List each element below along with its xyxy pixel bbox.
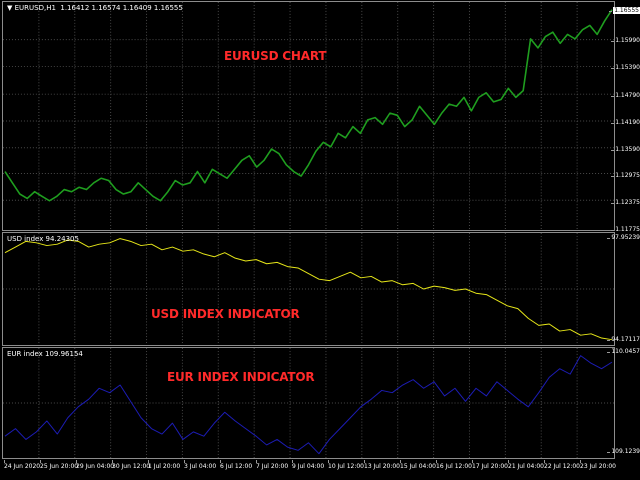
time-tick: 7 Jul 20:00 xyxy=(256,460,289,470)
price-tick: 1.12975 xyxy=(611,172,640,179)
mt4-chart-window: ▼ EURUSD,H1 1.16412 1.16574 1.16409 1.16… xyxy=(0,0,640,480)
time-tick: 21 Jul 04:00 xyxy=(508,460,544,470)
main-chart-pane[interactable]: ▼ EURUSD,H1 1.16412 1.16574 1.16409 1.16… xyxy=(2,1,615,231)
price-tick: 1.16555 xyxy=(609,7,640,14)
time-tick: 15 Jul 04:00 xyxy=(400,460,436,470)
eur-index-pane[interactable]: EUR index 109.96154 EUR INDEX INDICATOR xyxy=(2,347,615,459)
time-tick: 25 Jun 20:00 xyxy=(40,460,79,470)
time-tick: 6 Jul 12:00 xyxy=(220,460,253,470)
time-tick: 29 Jun 04:00 xyxy=(76,460,115,470)
usd-index-pane[interactable]: USD index 94.24305 USD INDEX INDICATOR xyxy=(2,232,615,346)
price-tick: 109.1239 xyxy=(607,448,640,455)
time-axis[interactable]: 24 Jun 2020 25 Jun 20:00 29 Jun 04:00 30 Ju… xyxy=(2,460,616,480)
price-tick: 1.12375 xyxy=(611,199,640,206)
time-tick: 9 Jul 04:00 xyxy=(292,460,325,470)
price-tick: 1.15990 xyxy=(611,37,640,44)
eur-index-price-axis[interactable]: 110.0457 109.1239 xyxy=(607,347,640,459)
eurusd-chart-caption: EURUSD CHART xyxy=(224,49,327,63)
eur-index-label: EUR index 109.96154 xyxy=(7,350,83,358)
grid-lines xyxy=(3,2,614,230)
time-tick: 23 Jul 20:00 xyxy=(580,460,616,470)
main-price-axis[interactable]: 1.16555 1.15990 1.15390 1.14790 1.14190 … xyxy=(609,1,640,233)
usd-index-line-chart[interactable] xyxy=(3,233,614,345)
time-tick: 16 Jul 12:00 xyxy=(436,460,472,470)
price-tick: 94.17117 xyxy=(607,336,640,343)
time-tick: 24 Jun 2020 xyxy=(4,460,41,470)
time-tick: 10 Jul 12:00 xyxy=(328,460,364,470)
usd-index-caption: USD INDEX INDICATOR xyxy=(151,307,300,321)
price-tick: 1.15390 xyxy=(611,64,640,71)
symbol-info-label: ▼ EURUSD,H1 1.16412 1.16574 1.16409 1.16… xyxy=(7,4,183,12)
usd-index-price-axis[interactable]: 97.95239 94.17117 xyxy=(607,232,640,346)
usd-index-label: USD index 94.24305 xyxy=(7,235,79,243)
time-tick: 13 Jul 20:00 xyxy=(364,460,400,470)
price-tick: 97.95239 xyxy=(607,234,640,241)
time-tick: 17 Jul 20:00 xyxy=(472,460,508,470)
price-tick: 110.0457 xyxy=(607,348,640,355)
eur-index-caption: EUR INDEX INDICATOR xyxy=(167,370,315,384)
price-tick: 1.14190 xyxy=(611,119,640,126)
time-tick: 30 Jun 12:00 xyxy=(112,460,151,470)
time-tick: 22 Jul 12:00 xyxy=(544,460,580,470)
price-tick: 1.13590 xyxy=(611,146,640,153)
eurusd-price-chart[interactable] xyxy=(3,2,614,230)
time-tick: 3 Jul 04:00 xyxy=(184,460,217,470)
grid-lines xyxy=(3,233,614,345)
time-tick: 1 Jul 20:00 xyxy=(148,460,181,470)
eur-index-line-chart[interactable] xyxy=(3,348,614,458)
series-line xyxy=(4,9,613,202)
price-tick: 1.14790 xyxy=(611,92,640,99)
